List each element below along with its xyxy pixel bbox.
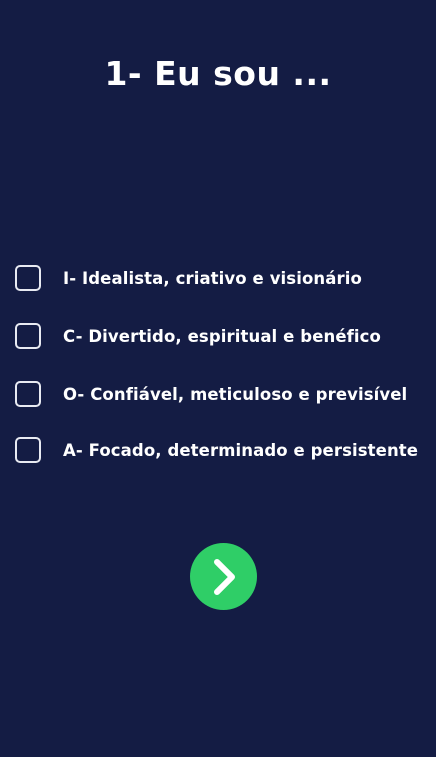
checkbox-divertido[interactable] <box>15 323 41 349</box>
option-idealista[interactable]: I- Idealista, criativo e visionário <box>15 262 430 294</box>
checkbox-confiavel[interactable] <box>15 381 41 407</box>
options-list: I- Idealista, criativo e visionário C- D… <box>15 262 430 492</box>
option-label: C- Divertido, espiritual e benéfico <box>63 326 381 346</box>
chevron-right-icon <box>213 558 235 595</box>
question-title: 1- Eu sou ... <box>104 54 332 93</box>
option-label: I- Idealista, criativo e visionário <box>63 268 362 288</box>
checkbox-idealista[interactable] <box>15 265 41 291</box>
option-confiavel[interactable]: O- Confiável, meticuloso e previsível <box>15 378 430 410</box>
option-focado[interactable]: A- Focado, determinado e persistente <box>15 434 430 466</box>
option-label: A- Focado, determinado e persistente <box>63 440 419 460</box>
option-label: O- Confiável, meticuloso e previsível <box>63 384 408 404</box>
option-divertido[interactable]: C- Divertido, espiritual e benéfico <box>15 320 430 352</box>
next-button[interactable] <box>190 543 257 610</box>
checkbox-focado[interactable] <box>15 437 41 463</box>
